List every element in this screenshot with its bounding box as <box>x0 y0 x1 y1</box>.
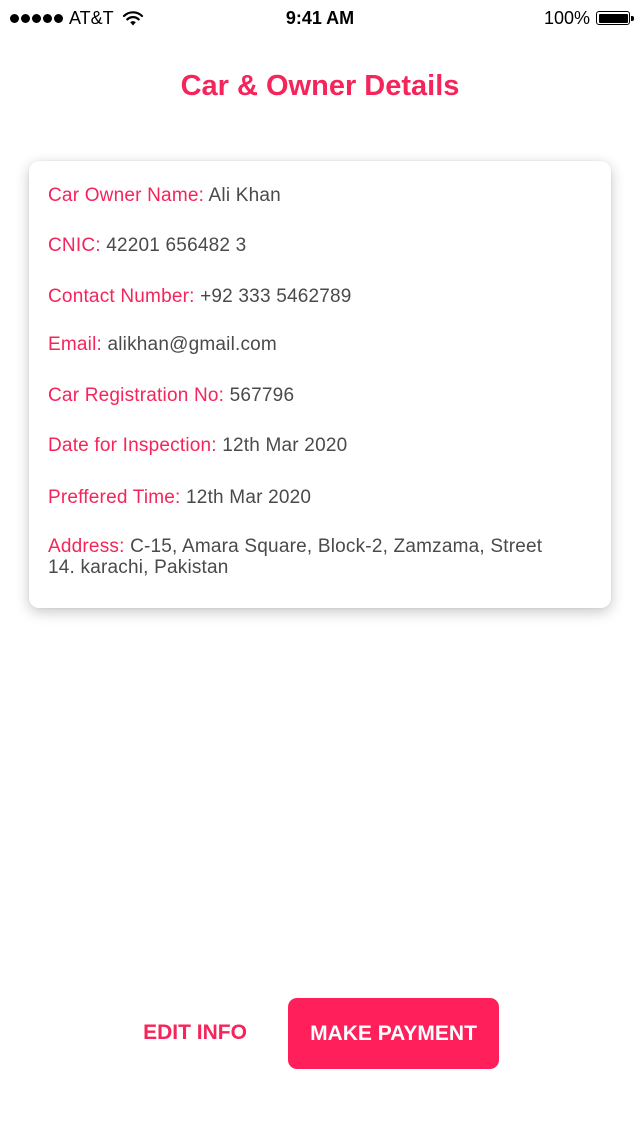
inspection-date-value: 12th Mar 2020 <box>222 435 348 456</box>
address-label: Address: <box>48 536 125 557</box>
cnic-row: CNIC: 42201 656482 3 <box>48 235 551 256</box>
battery-icon <box>596 11 634 25</box>
email-label: Email: <box>48 334 102 355</box>
preferred-time-label: Preffered Time: <box>48 487 181 508</box>
inspection-date-row: Date for Inspection: 12th Mar 2020 <box>48 435 551 456</box>
preferred-time-value: 12th Mar 2020 <box>186 487 312 508</box>
contact-label: Contact Number: <box>48 286 195 307</box>
page-title: Car & Owner Details <box>180 70 460 102</box>
registration-value: 567796 <box>229 385 295 406</box>
address-row: Address: C-15, Amara Square, Block-2, Za… <box>48 536 551 578</box>
contact-value: +92 333 5462789 <box>200 286 352 307</box>
registration-label: Car Registration No: <box>48 385 225 406</box>
inspection-date-label: Date for Inspection: <box>48 435 217 456</box>
status-bar-right: 100% <box>543 7 634 29</box>
email-value: alikhan@gmail.com <box>107 334 277 355</box>
owner-name-row: Car Owner Name: Ali Khan <box>48 185 551 206</box>
edit-info-button[interactable]: EDIT INFO <box>120 1008 270 1058</box>
registration-row: Car Registration No: 567796 <box>48 385 551 406</box>
details-card: Car Owner Name: Ali Khan CNIC: 42201 656… <box>29 161 611 608</box>
email-row: Email: alikhan@gmail.com <box>48 334 551 355</box>
owner-name-value: Ali Khan <box>208 185 281 206</box>
preferred-time-row: Preffered Time: 12th Mar 2020 <box>48 487 551 508</box>
cnic-value: 42201 656482 3 <box>106 235 247 256</box>
battery-percent: 100% <box>543 7 590 28</box>
status-bar: AT&T 9:41 AM 100% <box>0 0 640 36</box>
cnic-label: CNIC: <box>48 235 101 256</box>
owner-name-label: Car Owner Name: <box>48 185 205 206</box>
contact-row: Contact Number: +92 333 5462789 <box>48 286 551 307</box>
make-payment-button[interactable]: MAKE PAYMENT <box>288 998 499 1069</box>
